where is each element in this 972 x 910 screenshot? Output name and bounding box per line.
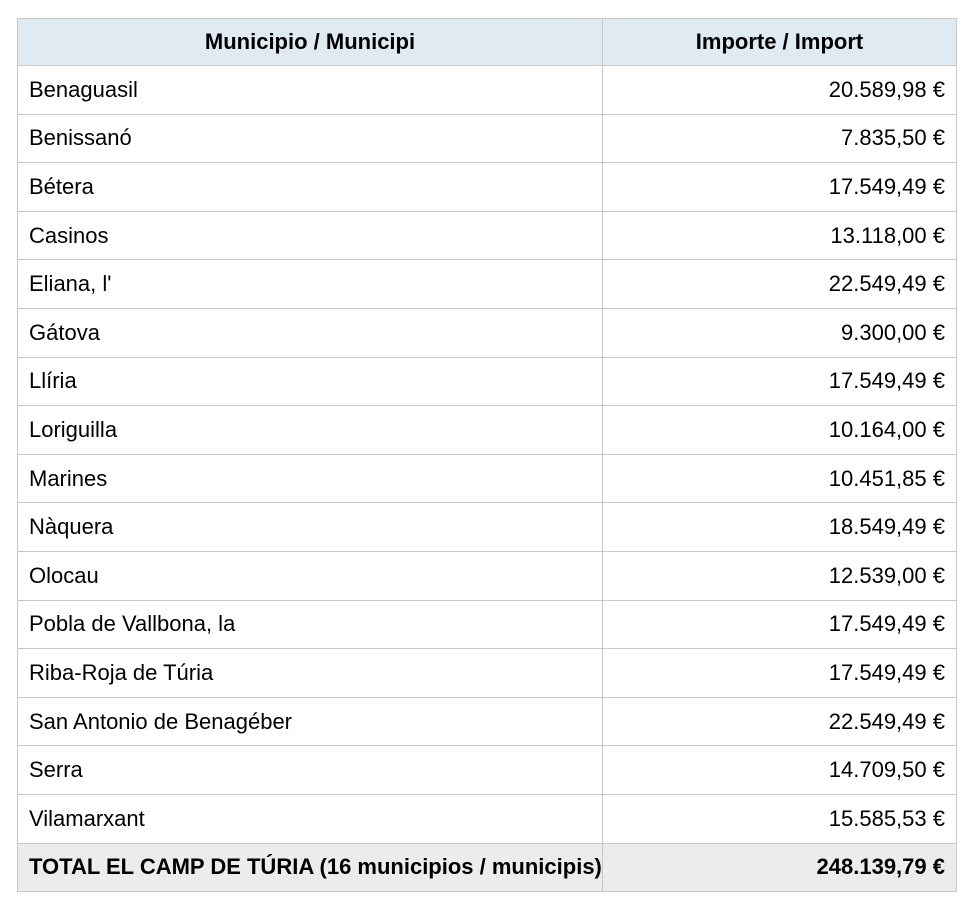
total-row: TOTAL EL CAMP DE TÚRIA (16 municipios / … [17,842,957,892]
table-row: Loriguilla 10.164,00 € [17,405,957,455]
municipality-cell: Marines [17,453,603,504]
amount-cell: 20.589,98 € [602,65,957,115]
amount-cell: 17.549,49 € [602,162,957,212]
table-row: Benissanó 7.835,50 € [17,113,957,164]
amount-cell: 18.549,49 € [602,502,957,552]
table-row: Pobla de Vallbona, la 17.549,49 € [17,599,957,650]
table-row: Eliana, l' 22.549,49 € [17,259,957,309]
municipality-cell: Benaguasil [17,65,603,115]
table-row: Llíria 17.549,49 € [17,356,957,407]
table-row: Bétera 17.549,49 € [17,162,957,212]
amount-cell: 13.118,00 € [602,210,957,261]
municipality-cell: Loriguilla [17,405,603,455]
amount-cell: 7.835,50 € [602,113,957,164]
amount-cell: 22.549,49 € [602,259,957,309]
municipality-cell: Benissanó [17,113,603,164]
municipality-cell: Vilamarxant [17,793,603,844]
amount-cell: 10.164,00 € [602,405,957,455]
table-row: Nàquera 18.549,49 € [17,502,957,552]
table-row: San Antonio de Benagéber 22.549,49 € [17,696,957,747]
table-row: Gátova 9.300,00 € [17,307,957,358]
municipality-cell: Llíria [17,356,603,407]
amount-cell: 15.585,53 € [602,793,957,844]
amount-cell: 14.709,50 € [602,745,957,795]
municipality-cell: Eliana, l' [17,259,603,309]
municipality-cell: Casinos [17,210,603,261]
column-header-municipality: Municipio / Municipi [17,18,603,66]
municipality-cell: Olocau [17,550,603,601]
amount-cell: 22.549,49 € [602,696,957,747]
table-header-row: Municipio / Municipi Importe / Import [17,18,957,66]
amount-cell: 17.549,49 € [602,648,957,698]
table-row: Casinos 13.118,00 € [17,210,957,261]
municipality-amount-table: Municipio / Municipi Importe / Import Be… [17,18,957,892]
table-row: Olocau 12.539,00 € [17,550,957,601]
amount-cell: 9.300,00 € [602,307,957,358]
amount-cell: 10.451,85 € [602,453,957,504]
column-header-amount: Importe / Import [602,18,957,66]
amount-cell: 17.549,49 € [602,599,957,650]
amount-cell: 17.549,49 € [602,356,957,407]
municipality-cell: Riba-Roja de Túria [17,648,603,698]
municipality-amount-table-container: Municipio / Municipi Importe / Import Be… [17,18,957,892]
municipality-cell: San Antonio de Benagéber [17,696,603,747]
total-label: TOTAL EL CAMP DE TÚRIA (16 municipios / … [17,842,603,892]
table-row: Vilamarxant 15.585,53 € [17,793,957,844]
municipality-cell: Gátova [17,307,603,358]
municipality-cell: Nàquera [17,502,603,552]
table-row: Riba-Roja de Túria 17.549,49 € [17,648,957,698]
municipality-cell: Bétera [17,162,603,212]
amount-cell: 12.539,00 € [602,550,957,601]
table-row: Marines 10.451,85 € [17,453,957,504]
table-row: Serra 14.709,50 € [17,745,957,795]
total-amount: 248.139,79 € [602,842,957,892]
table-row: Benaguasil 20.589,98 € [17,65,957,115]
municipality-cell: Serra [17,745,603,795]
municipality-cell: Pobla de Vallbona, la [17,599,603,650]
